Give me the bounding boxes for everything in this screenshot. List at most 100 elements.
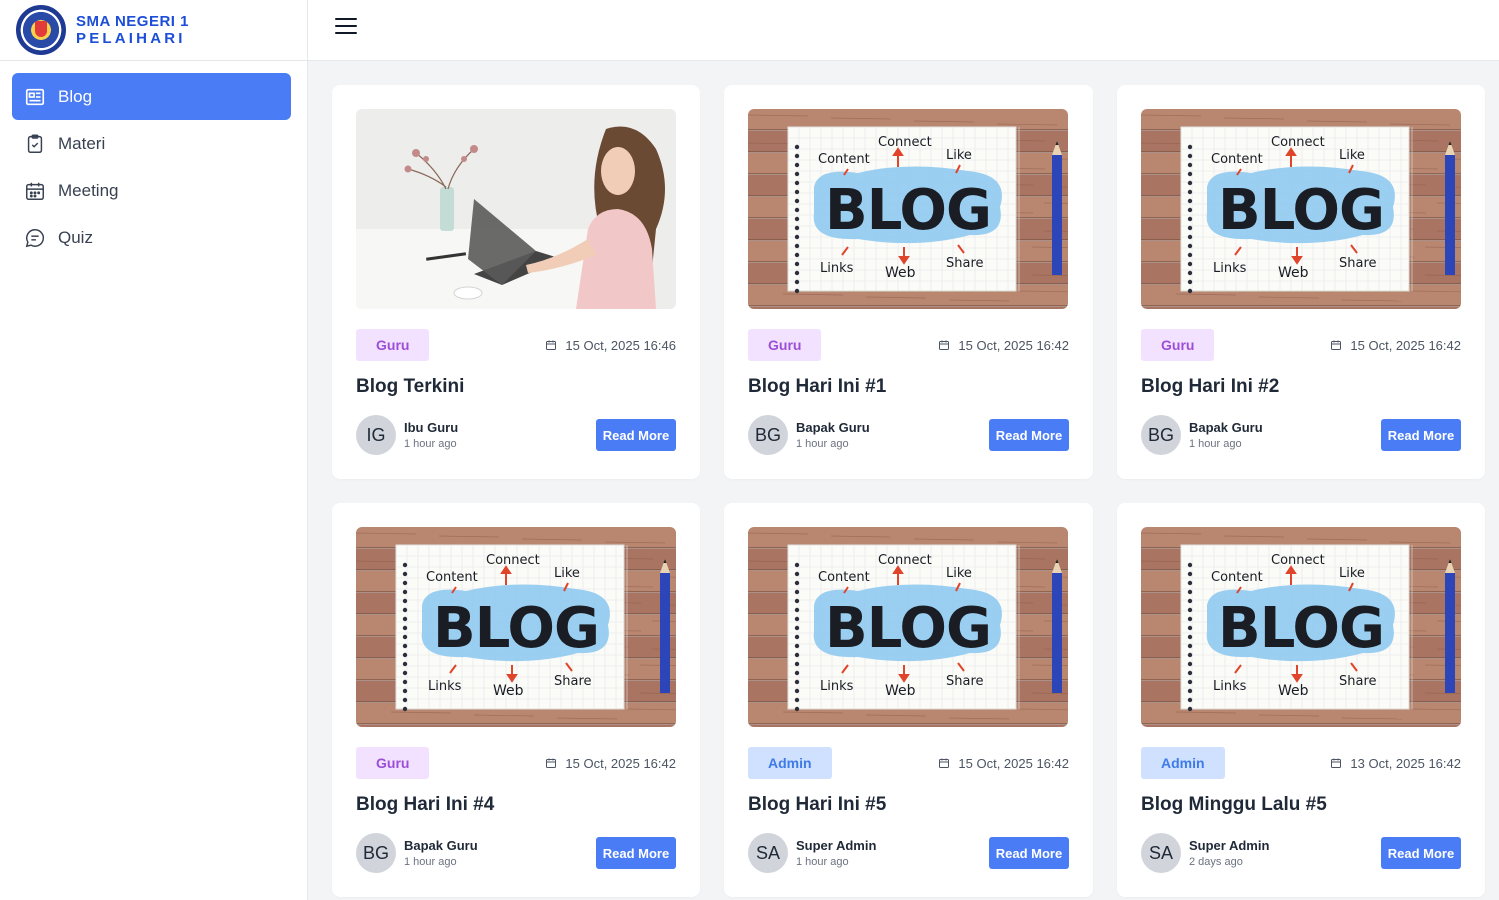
role-badge: Guru (1141, 329, 1215, 361)
post-relative-time: 1 hour ago (1189, 438, 1242, 450)
svg-text:Like: Like (946, 148, 972, 163)
post-date-text: 15 Oct, 2025 16:42 (565, 755, 676, 771)
blog-card: BLOG Content Connect Like Links Web Shar… (724, 85, 1093, 479)
post-title[interactable]: Blog Hari Ini #1 (748, 376, 1069, 398)
svg-text:Connect: Connect (1271, 553, 1325, 568)
author-name: Ibu Guru (404, 420, 459, 435)
svg-text:BLOG: BLOG (1218, 596, 1384, 661)
sidebar-item-meeting[interactable]: Meeting (12, 167, 291, 214)
svg-text:Share: Share (554, 674, 592, 689)
author: BG Bapak Guru 1 hour ago (356, 833, 478, 873)
post-date: 15 Oct, 2025 16:42 (938, 756, 1069, 771)
svg-text:Links: Links (1213, 261, 1247, 276)
top-bar (308, 0, 1499, 61)
calendar-icon (938, 757, 950, 769)
calendar-icon (545, 339, 557, 351)
post-date: 13 Oct, 2025 16:42 (1330, 756, 1461, 771)
svg-text:Share: Share (1339, 674, 1377, 689)
svg-text:Links: Links (1213, 679, 1247, 694)
chat-bubble-icon (24, 227, 46, 249)
avatar: BG (356, 833, 396, 873)
sidebar-item-quiz[interactable]: Quiz (12, 214, 291, 261)
role-badge: Admin (748, 747, 832, 779)
post-date-text: 13 Oct, 2025 16:42 (1350, 755, 1461, 771)
svg-text:Like: Like (1339, 148, 1365, 163)
post-title[interactable]: Blog Terkini (356, 376, 676, 398)
svg-text:Content: Content (818, 570, 870, 585)
post-title[interactable]: Blog Hari Ini #4 (356, 794, 676, 816)
svg-text:Web: Web (493, 683, 524, 699)
blog-thumbnail[interactable] (356, 109, 676, 309)
post-title[interactable]: Blog Hari Ini #2 (1141, 376, 1461, 398)
sidebar-item-materi[interactable]: Materi (12, 120, 291, 167)
avatar: BG (1141, 415, 1181, 455)
brand[interactable]: SMA NEGERI 1 PELAIHARI (0, 0, 307, 61)
post-date-text: 15 Oct, 2025 16:42 (958, 337, 1069, 353)
blog-card: BLOG Content Connect Like Links Web Shar… (1117, 503, 1485, 897)
svg-text:Like: Like (946, 566, 972, 581)
calendar-icon (1330, 757, 1342, 769)
svg-text:Links: Links (428, 679, 462, 694)
read-more-button[interactable]: Read More (1381, 419, 1461, 451)
role-badge: Guru (356, 747, 430, 779)
svg-text:Connect: Connect (878, 553, 932, 568)
svg-text:Content: Content (1211, 152, 1263, 167)
svg-text:Connect: Connect (1271, 135, 1325, 150)
menu-toggle-icon[interactable] (335, 15, 357, 37)
svg-text:Content: Content (1211, 570, 1263, 585)
sidebar-item-label: Blog (58, 86, 93, 106)
svg-text:BLOG: BLOG (1218, 178, 1384, 243)
role-badge: Guru (748, 329, 822, 361)
post-date: 15 Oct, 2025 16:42 (938, 338, 1069, 353)
author: SA Super Admin 1 hour ago (748, 833, 876, 873)
svg-text:Content: Content (426, 570, 478, 585)
author-name: Super Admin (1189, 838, 1270, 853)
post-title[interactable]: Blog Minggu Lalu #5 (1141, 794, 1461, 816)
avatar: IG (356, 415, 396, 455)
svg-text:Share: Share (946, 674, 984, 689)
svg-text:Like: Like (554, 566, 580, 581)
post-relative-time: 1 hour ago (404, 438, 457, 450)
clipboard-check-icon (24, 133, 46, 155)
svg-text:Connect: Connect (486, 553, 540, 568)
svg-text:Connect: Connect (878, 135, 932, 150)
read-more-button[interactable]: Read More (989, 419, 1069, 451)
post-title[interactable]: Blog Hari Ini #5 (748, 794, 1069, 816)
svg-text:Web: Web (1278, 683, 1309, 699)
blog-thumbnail[interactable]: BLOG Content Connect Like Links Web Shar… (748, 527, 1068, 727)
school-logo (16, 5, 66, 55)
read-more-button[interactable]: Read More (989, 837, 1069, 869)
blog-thumbnail[interactable]: BLOG Content Connect Like Links Web Shar… (1141, 109, 1461, 309)
read-more-button[interactable]: Read More (596, 837, 676, 869)
post-relative-time: 2 days ago (1189, 856, 1243, 868)
read-more-button[interactable]: Read More (596, 419, 676, 451)
brand-name: SMA NEGERI 1 (76, 13, 189, 30)
calendar-icon (24, 180, 46, 202)
blog-thumbnail[interactable]: BLOG Content Connect Like Links Web Shar… (748, 109, 1068, 309)
author: SA Super Admin 2 days ago (1141, 833, 1269, 873)
avatar: SA (748, 833, 788, 873)
author-name: Bapak Guru (796, 420, 870, 435)
sidebar-item-blog[interactable]: Blog (12, 73, 291, 120)
newspaper-icon (24, 86, 46, 108)
author-name: Super Admin (796, 838, 877, 853)
calendar-icon (938, 339, 950, 351)
blog-card: BLOG Content Connect Like Links Web Shar… (332, 503, 700, 897)
read-more-button[interactable]: Read More (1381, 837, 1461, 869)
sidebar-item-label: Quiz (58, 227, 93, 247)
blog-card: BLOG Content Connect Like Links Web Shar… (1117, 85, 1485, 479)
blog-card: Guru 15 Oct, 2025 16:46 Blog Terkini IG … (332, 85, 700, 479)
post-relative-time: 1 hour ago (404, 856, 457, 868)
calendar-icon (545, 757, 557, 769)
post-relative-time: 1 hour ago (796, 438, 849, 450)
post-date: 15 Oct, 2025 16:42 (1330, 338, 1461, 353)
svg-text:Like: Like (1339, 566, 1365, 581)
sidebar: SMA NEGERI 1 PELAIHARI Blog Materi Meeti… (0, 0, 308, 900)
svg-text:Web: Web (1278, 265, 1309, 281)
blog-thumbnail[interactable]: BLOG Content Connect Like Links Web Shar… (1141, 527, 1461, 727)
blog-thumbnail[interactable]: BLOG Content Connect Like Links Web Shar… (356, 527, 676, 727)
sidebar-nav: Blog Materi Meeting Quiz (0, 61, 307, 261)
post-date-text: 15 Oct, 2025 16:46 (565, 337, 676, 353)
author-name: Bapak Guru (1189, 420, 1263, 435)
post-date-text: 15 Oct, 2025 16:42 (958, 755, 1069, 771)
